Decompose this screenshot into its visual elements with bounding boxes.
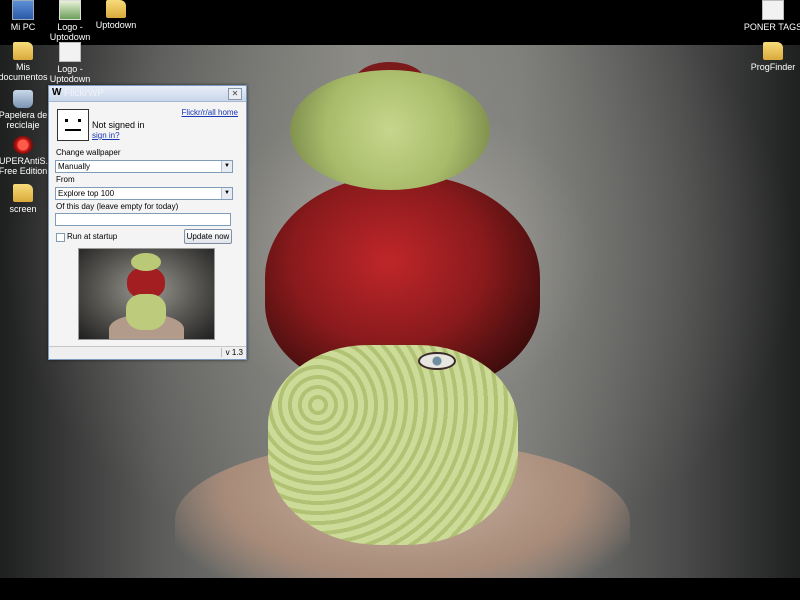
version-label: v 1.3: [220, 348, 243, 357]
flickr-home-link[interactable]: Flickr/r/all home: [182, 108, 238, 117]
desktop-icon-superantispyware[interactable]: SUPERAntiS... Free Edition: [0, 136, 53, 176]
close-button[interactable]: ✕: [228, 88, 242, 100]
update-now-button[interactable]: Update now: [184, 229, 232, 244]
preview-scarf: [126, 294, 166, 330]
document-file-icon: [59, 42, 81, 62]
app-logo-icon: W: [52, 87, 62, 98]
desktop-icon-label: Papelera de reciclaje: [0, 110, 48, 130]
avatar-mouth: [65, 129, 81, 131]
change-wallpaper-value: Manually: [58, 162, 91, 171]
desktop-icon-poner-tags[interactable]: PONER TAGS: [743, 0, 800, 32]
run-at-startup-checkbox[interactable]: [56, 233, 65, 242]
date-label: Of this day (leave empty for today): [56, 202, 179, 211]
desktop-icon-uptodown-folder[interactable]: Uptodown: [86, 0, 146, 30]
preview-bun: [131, 253, 161, 271]
desktop-icon-progfinder[interactable]: ProgFinder: [743, 42, 800, 72]
from-select[interactable]: Explore top 100 ▼: [55, 187, 233, 200]
window-title: FlickrWP: [64, 88, 104, 99]
run-at-startup-label: Run at startup: [67, 232, 118, 241]
desktop-icon-label: Logo - Uptodown: [49, 64, 91, 84]
wallpaper-preview-image: [78, 248, 215, 340]
image-file-icon: [59, 0, 81, 20]
superantispyware-icon: [13, 136, 33, 154]
sign-in-link[interactable]: sign in?: [92, 131, 120, 140]
desktop-bottom-strip: [0, 578, 800, 600]
folder-icon: [106, 0, 126, 18]
from-label: From: [56, 175, 75, 184]
documents-folder-icon: [13, 42, 33, 60]
folder-icon: [763, 42, 783, 60]
desktop-icon-screen-folder[interactable]: screen: [0, 184, 53, 214]
recycle-bin-icon: [13, 90, 33, 108]
avatar-eyes: [65, 119, 81, 122]
desktop-icon-label: Mi PC: [10, 22, 36, 32]
desktop-icon-logo-uptodown-2[interactable]: Logo - Uptodown: [40, 42, 100, 84]
sign-in-status: Not signed in: [92, 120, 145, 130]
desktop-icon-label: ProgFinder: [750, 62, 796, 72]
desktop-icon-label: Uptodown: [95, 20, 137, 30]
desktop-icon-label: Logo - Uptodown: [49, 22, 91, 42]
wallpaper-knit-scarf: [268, 345, 518, 545]
dropdown-arrow-icon[interactable]: ▼: [221, 188, 232, 199]
folder-icon: [13, 184, 33, 202]
window-status-bar: v 1.3: [49, 346, 246, 359]
change-wallpaper-label: Change wallpaper: [56, 148, 121, 157]
from-value: Explore top 100: [58, 189, 115, 198]
avatar: [57, 109, 89, 141]
desktop-icon-recycle-bin[interactable]: Papelera de reciclaje: [0, 90, 53, 130]
flickr-wallpaper-window: W FlickrWP ✕ Not signed in sign in? Flic…: [48, 85, 247, 360]
desktop-icon-label: screen: [9, 204, 37, 214]
change-wallpaper-select[interactable]: Manually ▼: [55, 160, 233, 173]
wallpaper-eye: [418, 352, 456, 370]
wallpaper-knit-bun: [290, 70, 490, 190]
dropdown-arrow-icon[interactable]: ▼: [221, 161, 232, 172]
computer-icon: [12, 0, 34, 20]
desktop-icon-label: PONER TAGS: [743, 22, 800, 32]
date-input[interactable]: [55, 213, 231, 226]
file-icon: [762, 0, 784, 20]
window-titlebar[interactable]: W FlickrWP ✕: [49, 86, 246, 102]
desktop-icon-label: SUPERAntiS... Free Edition: [0, 156, 54, 176]
